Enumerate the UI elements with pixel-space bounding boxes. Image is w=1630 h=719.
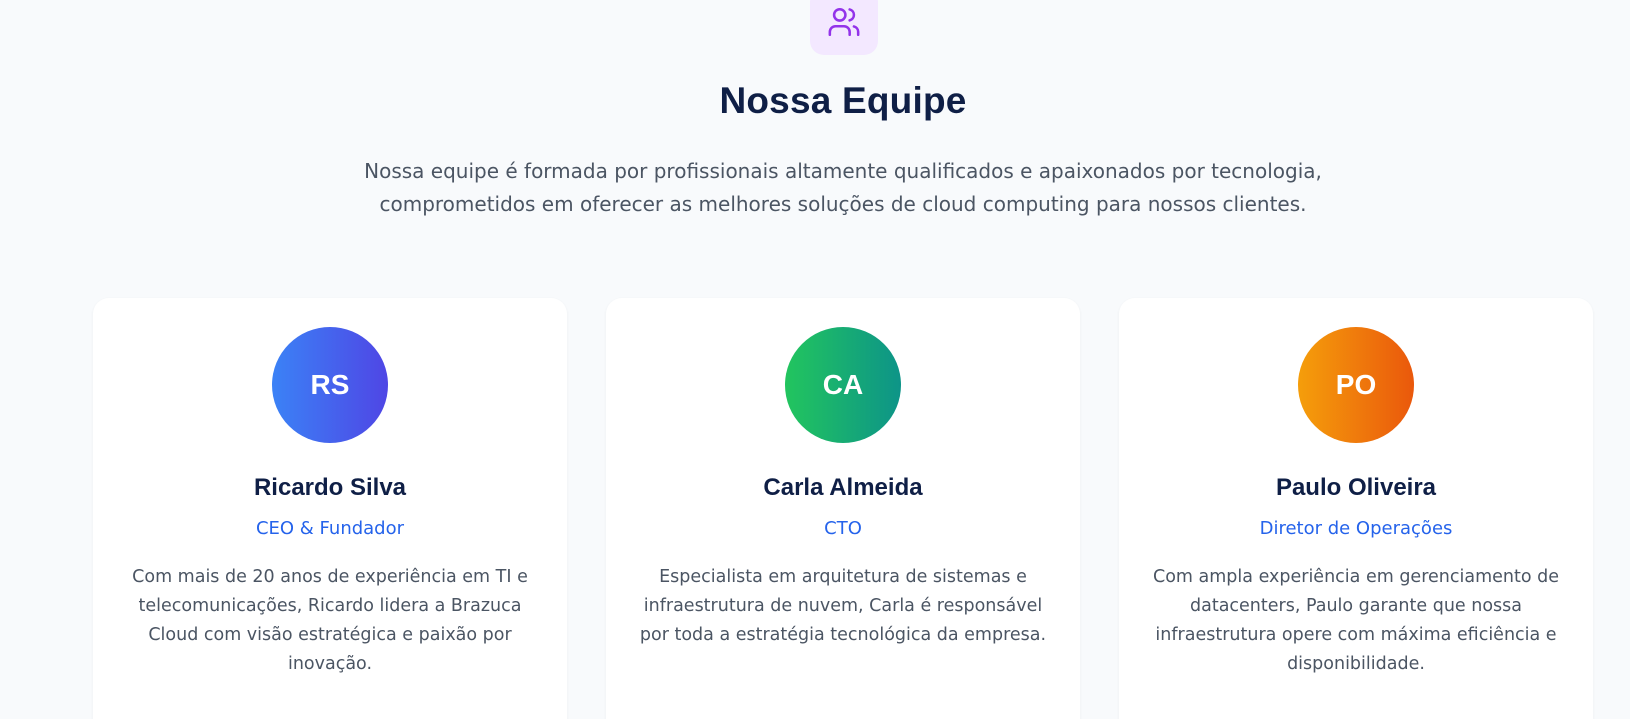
avatar: PO <box>1298 327 1414 443</box>
member-role: CEO & Fundador <box>255 518 405 539</box>
member-bio: Especialista em arquitetura de sistemas … <box>639 567 1047 645</box>
avatar: RS <box>272 327 388 443</box>
member-bio: Com ampla experiência em gerenciamento d… <box>1153 567 1559 674</box>
member-role: CTO <box>824 518 862 539</box>
member-role: Diretor de Operações <box>1259 518 1453 539</box>
member-name: Paulo Oliveira <box>1275 474 1437 501</box>
team-member-card: CA Carla Almeida CTO Especialista em arq… <box>606 298 1080 719</box>
avatar: CA <box>785 327 901 443</box>
section-icon-box <box>810 0 878 55</box>
section-description: Nossa equipe é formada por profissionais… <box>364 159 1322 216</box>
team-member-card: PO Paulo Oliveira Diretor de Operações C… <box>1119 298 1593 719</box>
team-section: Nossa Equipe Nossa equipe é formada por … <box>0 0 1630 719</box>
team-member-card: RS Ricardo Silva CEO & Fundador Com mais… <box>93 298 567 719</box>
member-bio: Com mais de 20 anos de experiência em TI… <box>132 567 528 674</box>
member-name: Carla Almeida <box>763 474 923 501</box>
member-name: Ricardo Silva <box>253 474 407 501</box>
section-title: Nossa Equipe <box>719 80 967 121</box>
users-icon <box>828 7 860 36</box>
